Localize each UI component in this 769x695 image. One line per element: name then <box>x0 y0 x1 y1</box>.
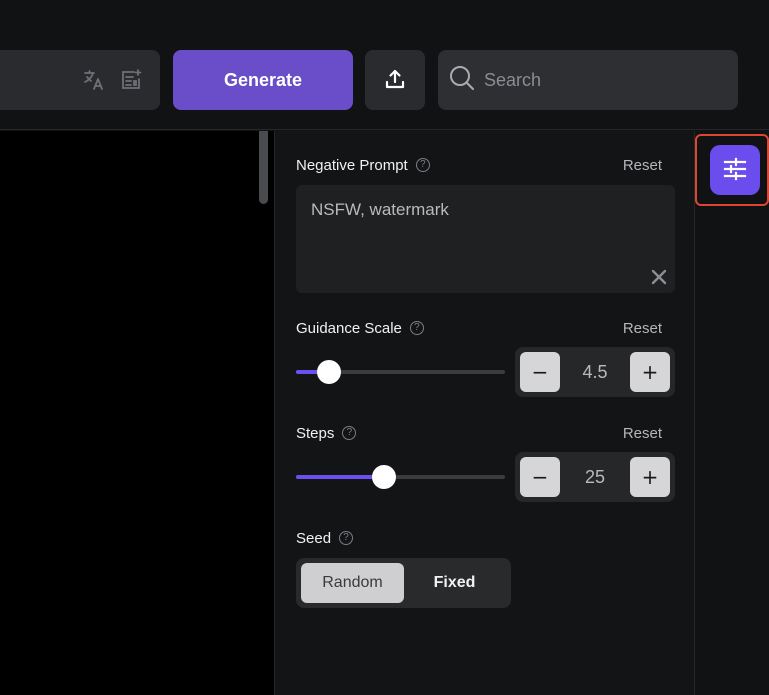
help-icon[interactable]: ? <box>409 321 424 335</box>
guidance-scale-slider[interactable] <box>296 360 505 384</box>
seed-random-option[interactable]: Random <box>301 563 404 603</box>
seed-label: Seed <box>296 529 332 547</box>
slider-fill <box>296 475 384 479</box>
clear-icon[interactable] <box>651 269 667 285</box>
steps-slider[interactable] <box>296 465 505 489</box>
upload-button[interactable] <box>365 50 425 110</box>
steps-header: Steps ? Reset <box>296 422 662 444</box>
guidance-scale-header: Guidance Scale ? Reset <box>296 317 662 339</box>
negative-prompt-field-wrap: NSFW, watermark <box>296 185 675 293</box>
seed-header: Seed ? <box>296 527 662 549</box>
steps-reset-button[interactable]: Reset <box>623 425 662 442</box>
top-bar: Generate <box>0 0 769 130</box>
seed-mode-toggle: Random Fixed <box>296 558 511 608</box>
increment-button[interactable]: + <box>630 352 670 392</box>
negative-prompt-input[interactable]: NSFW, watermark <box>296 185 675 293</box>
decrement-button[interactable]: − <box>520 457 560 497</box>
canvas-scrollbar[interactable] <box>259 131 268 204</box>
help-icon[interactable]: ? <box>342 426 357 440</box>
upload-icon <box>383 67 407 94</box>
increment-button[interactable]: + <box>630 457 670 497</box>
guidance-scale-reset-button[interactable]: Reset <box>623 320 662 337</box>
generate-button[interactable]: Generate <box>173 50 353 110</box>
image-canvas <box>0 131 274 695</box>
negative-prompt-reset-button[interactable]: Reset <box>623 157 662 174</box>
guidance-scale-label: Guidance Scale <box>296 319 402 337</box>
search-icon <box>448 64 476 97</box>
template-add-icon[interactable] <box>118 67 144 93</box>
steps-stepper: − 25 + <box>515 452 675 502</box>
guidance-scale-stepper: − 4.5 + <box>515 347 675 397</box>
translate-icon[interactable] <box>81 67 107 93</box>
steps-value[interactable]: 25 <box>560 452 630 502</box>
seed-fixed-option[interactable]: Fixed <box>403 563 506 603</box>
decrement-button[interactable]: − <box>520 352 560 392</box>
right-rail <box>695 131 769 695</box>
help-icon[interactable]: ? <box>415 158 430 172</box>
slider-thumb[interactable] <box>371 465 396 489</box>
slider-thumb[interactable] <box>317 360 342 384</box>
app-root: Generate Negative Prompt ? <box>0 0 769 695</box>
guidance-scale-value[interactable]: 4.5 <box>560 347 630 397</box>
sliders-icon <box>722 156 748 185</box>
steps-label: Steps <box>296 424 335 442</box>
settings-toggle-button[interactable] <box>710 145 760 195</box>
search-input[interactable] <box>484 69 724 91</box>
search-box[interactable] <box>438 50 738 110</box>
negative-prompt-label: Negative Prompt <box>296 156 408 174</box>
help-icon[interactable]: ? <box>339 531 354 545</box>
prompt-input-box[interactable] <box>0 50 160 110</box>
settings-panel: Negative Prompt ? Reset NSFW, watermark … <box>274 131 695 695</box>
negative-prompt-header: Negative Prompt ? Reset <box>296 154 662 176</box>
